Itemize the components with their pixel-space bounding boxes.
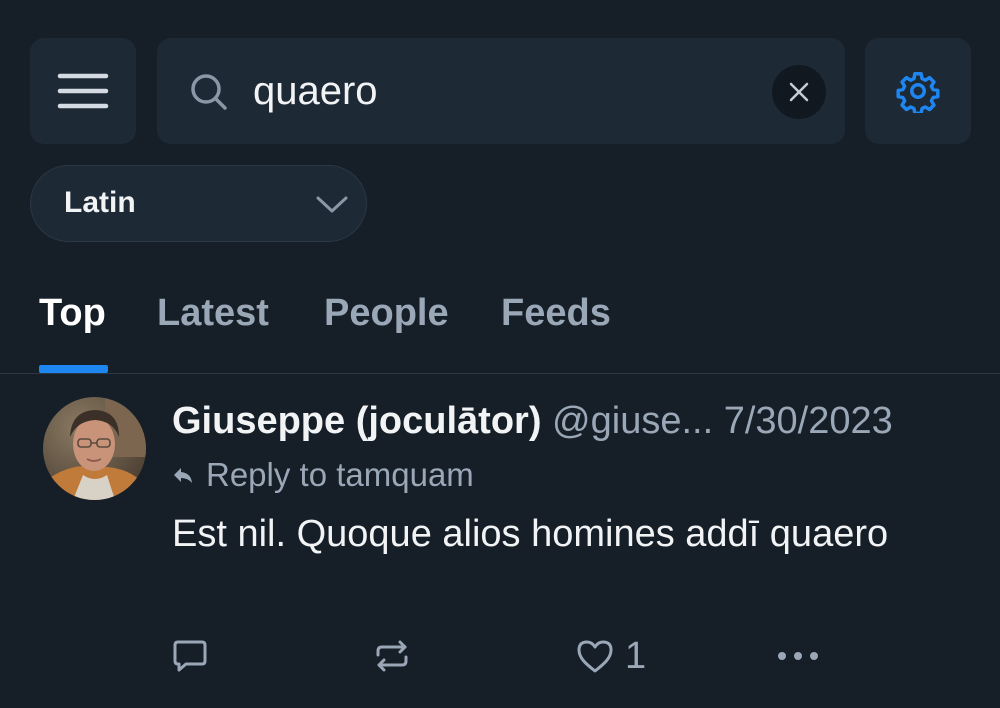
- tab-people[interactable]: People: [324, 292, 449, 335]
- like-count: 1: [625, 634, 647, 677]
- settings-button[interactable]: [865, 38, 971, 144]
- post-text: Est nil. Quoque alios homines addī quaer…: [172, 513, 889, 555]
- comment-icon: [173, 640, 207, 672]
- avatar[interactable]: [43, 397, 146, 500]
- tabs-divider: [0, 373, 1000, 374]
- search-bar[interactable]: [157, 38, 845, 144]
- reply-to-label: Reply to tamquam: [206, 456, 474, 493]
- search-icon: [191, 74, 227, 110]
- hamburger-icon: [57, 73, 109, 109]
- reply-arrow-icon: [174, 468, 192, 483]
- chevron-down-icon: [316, 196, 348, 213]
- post-date[interactable]: 7/30/2023: [724, 400, 893, 442]
- gear-icon: [896, 72, 940, 113]
- post-header: Giuseppe (joculātor) @giuse... 7/30/2023: [172, 400, 972, 443]
- reply-context[interactable]: Reply to tamquam: [172, 456, 474, 494]
- more-options-button[interactable]: [777, 636, 819, 676]
- active-tab-indicator: [39, 365, 108, 373]
- tab-latest[interactable]: Latest: [157, 292, 269, 335]
- clear-search-button[interactable]: [772, 65, 826, 119]
- search-input[interactable]: [253, 66, 753, 116]
- search-tabs: Top Latest People Feeds: [0, 280, 1000, 373]
- repost-button[interactable]: [372, 636, 412, 676]
- tab-feeds[interactable]: Feeds: [501, 292, 611, 335]
- avatar-image: [43, 397, 146, 500]
- close-icon: [789, 82, 809, 102]
- reply-button[interactable]: [170, 636, 210, 676]
- search-screen: Latin Top Latest People Feeds: [0, 0, 1000, 708]
- tab-top[interactable]: Top: [39, 292, 106, 335]
- more-dots-icon: [778, 652, 818, 660]
- language-select-value: Latin: [64, 186, 136, 219]
- heart-icon: [577, 640, 613, 673]
- menu-button[interactable]: [30, 38, 136, 144]
- language-select[interactable]: Latin: [30, 165, 367, 242]
- author-handle[interactable]: @giuse...: [552, 400, 713, 442]
- author-name[interactable]: Giuseppe (joculātor): [172, 400, 541, 442]
- repost-icon: [376, 640, 408, 672]
- like-button[interactable]: 1: [575, 634, 647, 677]
